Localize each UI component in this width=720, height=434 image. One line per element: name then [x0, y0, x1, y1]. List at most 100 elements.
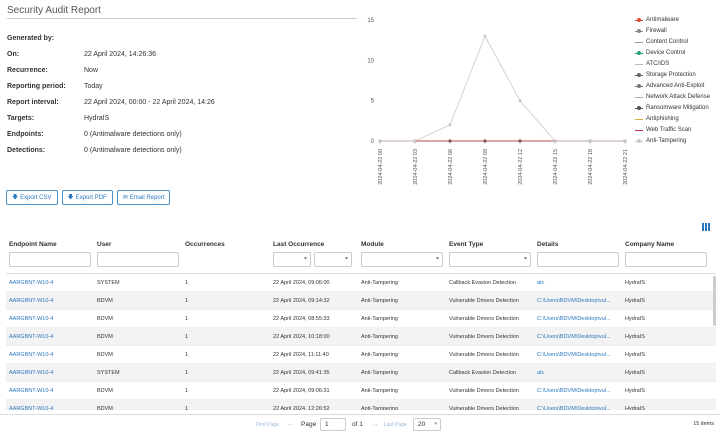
detail-value: 0 (Antimalware detections only): [84, 130, 182, 138]
details-filter-input[interactable]: [537, 252, 619, 267]
last-occurrence-to-select[interactable]: [314, 252, 352, 267]
endpoint-link[interactable]: AARGBNT-W10-4: [6, 406, 94, 411]
legend-label: Storage Protection: [646, 71, 696, 78]
legend-swatch: [635, 39, 643, 45]
legend-item[interactable]: Ransomware Mitigation: [635, 102, 710, 113]
legend-item[interactable]: Content Control: [635, 36, 710, 47]
table-cell: BDVM: [97, 315, 113, 322]
table-cell: BDVM: [97, 387, 113, 394]
legend-item[interactable]: ATC/IDS: [635, 58, 710, 69]
export-csv-button[interactable]: 🡇 Export CSV: [6, 190, 58, 205]
last-page-link[interactable]: Last Page: [384, 422, 407, 428]
company-filter-input[interactable]: [625, 252, 707, 267]
table-row[interactable]: AARGBNT-W10-4 SYSTEM 1 22 April 2024, 09:41…: [6, 364, 716, 382]
legend-item[interactable]: Storage Protection: [635, 69, 710, 80]
legend-item[interactable]: Anti-Tampering: [635, 135, 710, 146]
legend-item[interactable]: Device Control: [635, 47, 710, 58]
table-cell: Anti-Tampering: [361, 333, 398, 340]
endpoint-link[interactable]: AARGBNT-W10-4: [6, 298, 94, 304]
table-row[interactable]: AARGBNT-W10-4 BDVM 1 22 April 2024, 09:06:3…: [6, 382, 716, 400]
endpoint-link[interactable]: AARGBNT-W10-4: [6, 388, 94, 394]
table-cell: Anti-Tampering: [361, 297, 398, 304]
table-cell: BDVM: [97, 297, 113, 304]
user-filter-input[interactable]: [97, 252, 179, 267]
data-point: [378, 139, 382, 143]
column-header: Occurrences: [185, 241, 225, 248]
detail-value: 22 April 2024, 00:00 - 22 April 2024, 14…: [84, 98, 215, 106]
details-link[interactable]: C:\Users\BDVM\Desktop\vul...: [534, 316, 622, 322]
table-cell: 22 April 2024, 09:41:35: [273, 369, 330, 376]
table-row[interactable]: AARGBNT-W10-4 BDVM 1 22 April 2024, 09:14:3…: [6, 292, 716, 310]
detail-label: Endpoints:: [7, 130, 44, 138]
prev-page-icon[interactable]: ←: [287, 421, 294, 428]
legend-item[interactable]: Firewall: [635, 25, 710, 36]
table-row[interactable]: AARGBNT-W10-4 BDVM 1 22 April 2024, 10:18:0…: [6, 328, 716, 346]
column-chooser-icon[interactable]: [702, 223, 710, 231]
details-link[interactable]: C:\Users\BDVM\Desktop\vul...: [534, 406, 622, 411]
table-cell: 1: [185, 351, 189, 358]
x-tick-label: 2024-04-22 03: [413, 149, 419, 185]
table-row[interactable]: AARGBNT-W10-4 BDVM 1 22 April 2024, 12:26:5…: [6, 400, 716, 410]
details-link[interactable]: atc: [534, 370, 622, 376]
table-row[interactable]: AARGBNT-W10-4 BDVM 1 22 April 2024, 08:55:3…: [6, 310, 716, 328]
legend-item[interactable]: Antiphishing: [635, 113, 710, 124]
data-point: [588, 139, 592, 143]
y-tick-label: 5: [371, 99, 375, 105]
table-row[interactable]: AARGBNT-W10-4 SYSTEM 1 22 April 2024, 09:06…: [6, 274, 716, 292]
details-link[interactable]: C:\Users\BDVM\Desktop\vul...: [534, 388, 622, 394]
column-company-name: Company Name: [622, 236, 716, 273]
x-tick-label: 2024-04-22 21: [623, 149, 629, 185]
legend-item[interactable]: Antimalware: [635, 14, 710, 25]
legend-label: ATC/IDS: [646, 60, 670, 67]
export-pdf-button[interactable]: 🡇 Export PDF: [61, 190, 113, 205]
table-cell: Anti-Tampering: [361, 369, 398, 376]
table-cell: 22 April 2024, 12:26:52: [273, 405, 330, 411]
endpoint-link[interactable]: AARGBNT-W10-4: [6, 280, 94, 286]
details-link[interactable]: C:\Users\BDVM\Desktop\vul...: [534, 334, 622, 340]
legend-swatch: [635, 72, 643, 78]
detail-row-reporting-period: Reporting period: Today: [7, 78, 367, 94]
email-report-button[interactable]: ✉ Email Report: [116, 190, 171, 205]
data-point: [518, 99, 522, 103]
endpoint-filter-input[interactable]: [9, 252, 91, 267]
y-tick-label: 10: [367, 58, 374, 64]
legend-item[interactable]: Network Attack Defense: [635, 91, 710, 102]
column-header: Details: [537, 241, 559, 248]
endpoint-link[interactable]: AARGBNT-W10-4: [6, 334, 94, 340]
endpoint-link[interactable]: AARGBNT-W10-4: [6, 316, 94, 322]
legend-item[interactable]: Advanced Anti-Exploit: [635, 80, 710, 91]
data-point: [483, 34, 487, 38]
next-page-icon[interactable]: →: [372, 421, 379, 428]
table-cell: Anti-Tampering: [361, 279, 398, 286]
page-size-select[interactable]: 20 ▾: [413, 418, 441, 431]
series-line: [380, 35, 625, 142]
detail-row-targets: Targets: HydraIS: [7, 110, 367, 126]
details-link[interactable]: C:\Users\BDVM\Desktop\vul...: [534, 298, 622, 304]
page-size-value: 20: [418, 421, 426, 428]
table-scrollbar[interactable]: [713, 276, 716, 326]
detail-value: 22 April 2024, 14:26:36: [84, 50, 157, 58]
details-link[interactable]: atc: [534, 280, 622, 286]
legend-item[interactable]: Web Traffic Scan: [635, 124, 710, 135]
events-table: Endpoint Name User Occurrences Last Occu…: [6, 236, 716, 410]
column-user: User: [94, 236, 182, 273]
last-occurrence-from-select[interactable]: [273, 252, 311, 267]
legend-swatch: [635, 61, 643, 67]
module-filter-select[interactable]: [361, 252, 443, 267]
event-type-filter-select[interactable]: [449, 252, 531, 267]
legend-swatch: [635, 17, 643, 23]
data-point: [553, 139, 557, 143]
details-link[interactable]: C:\Users\BDVM\Desktop\vul...: [534, 352, 622, 358]
table-row[interactable]: AARGBNT-W10-4 BDVM 1 22 April 2024, 11:11:4…: [6, 346, 716, 364]
first-page-link[interactable]: First Page: [256, 422, 279, 428]
page-number-input[interactable]: 1: [320, 418, 346, 431]
column-module: Module: [358, 236, 446, 273]
endpoint-link[interactable]: AARGBNT-W10-4: [6, 352, 94, 358]
table-cell: BDVM: [97, 405, 113, 411]
table-cell: 1: [185, 405, 189, 411]
email-report-label: Email Report: [129, 194, 165, 201]
x-tick-label: 2024-04-22 18: [588, 149, 594, 185]
table-cell: 22 April 2024, 11:11:40: [273, 351, 329, 358]
legend-swatch: [635, 138, 643, 144]
endpoint-link[interactable]: AARGBNT-W10-4: [6, 370, 94, 376]
